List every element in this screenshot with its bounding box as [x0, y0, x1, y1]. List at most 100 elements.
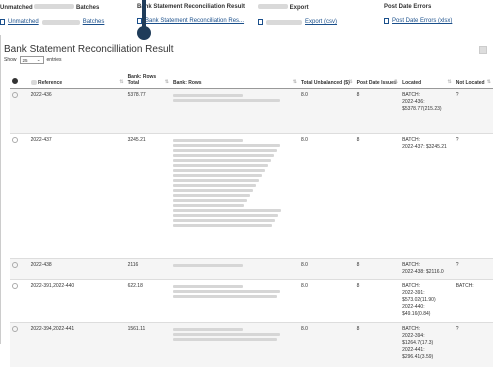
col-total-unbalanced[interactable]: Total Unbalanced ($)⇅	[299, 66, 355, 89]
located-line: BATCH:	[402, 137, 452, 144]
document-icon	[258, 19, 263, 25]
cell-located: BATCH:2022-436:$5378.77(215.23)	[400, 89, 454, 134]
table-row[interactable]: 2022-391,2022-440622.188.08BATCH:2022-39…	[10, 280, 493, 323]
cell-not-located: BATCH:	[454, 280, 493, 323]
col-bank-rows[interactable]: Bank: Rows⇅	[171, 66, 299, 89]
col-not-located[interactable]: Not Located⇅	[454, 66, 493, 89]
redacted-text	[31, 80, 37, 85]
redacted-bank-row	[173, 189, 253, 192]
col-reference[interactable]: Reference⇅	[29, 66, 126, 89]
cell-post-date-issues: 8	[355, 134, 400, 259]
cell-post-date-issues: 8	[355, 259, 400, 280]
cell-bank-rows	[171, 323, 299, 367]
cell-located: BATCH:2022-391:$573.02(11.90)2022-440:$4…	[400, 280, 454, 323]
cell-reference: 2022-437	[29, 134, 126, 259]
redacted-bank-row	[173, 224, 272, 227]
sort-icon: ⇅	[448, 79, 452, 85]
redacted-bank-row	[173, 179, 259, 182]
cell-bank-rows-total: 3245.21	[126, 134, 171, 259]
sort-icon: ⇅	[394, 79, 398, 85]
redacted-bank-row	[173, 94, 243, 97]
sort-icon: ⇅	[119, 79, 123, 85]
post-date-errors-header: Post Date Errors	[384, 4, 452, 10]
located-line: 2022-436:	[402, 99, 452, 106]
redacted-bank-row	[173, 144, 280, 147]
cell-bank-rows	[171, 89, 299, 134]
show-label: Show	[4, 57, 17, 63]
export-links-bar: Unmatched Batches UnmatchedBatches Bank …	[0, 0, 493, 30]
cell-total-unbalanced: 8.0	[299, 134, 355, 259]
table-row[interactable]: 2022-394,2022-4411561.118.08BATCH:2022-3…	[10, 323, 493, 367]
redacted-bank-row	[173, 328, 243, 331]
cell-post-date-issues: 8	[355, 323, 400, 367]
located-line: BATCH:	[402, 92, 452, 99]
unmatched-batches-link[interactable]: UnmatchedBatches	[0, 19, 104, 25]
redacted-text	[258, 4, 288, 9]
radio-icon	[12, 326, 18, 332]
row-select[interactable]	[10, 280, 29, 323]
cell-located: BATCH:2022-394:$1264.7(17.3)2022-441:$29…	[400, 323, 454, 367]
col-post-date-issues[interactable]: Post Date Issues⇅	[355, 66, 400, 89]
page-length-select[interactable]: 25⌄	[20, 56, 44, 64]
cell-not-located: ?	[454, 134, 493, 259]
cell-reference: 2022-394,2022-441	[29, 323, 126, 367]
page-title: Bank Statement Reconcilliation Result	[4, 44, 174, 55]
redacted-bank-row	[173, 199, 247, 202]
row-select[interactable]	[10, 323, 29, 367]
unmatched-batches-header: Unmatched Batches	[0, 4, 104, 11]
reconciliation-result-group: Bank Statement Reconciliation Result Ban…	[137, 4, 245, 24]
redacted-bank-row	[173, 214, 278, 217]
redacted-bank-row	[173, 333, 280, 336]
redacted-bank-row	[173, 194, 250, 197]
located-line: 2022-438: $2116.0	[402, 269, 452, 276]
table-row[interactable]: 2022-43821168.08BATCH:2022-438: $2116.0?	[10, 259, 493, 280]
select-all-header[interactable]	[10, 66, 29, 89]
located-line: BATCH:	[402, 283, 452, 290]
redacted-bank-row	[173, 99, 280, 102]
post-date-errors-group: Post Date Errors Post Date Errors (xlsx)	[384, 4, 452, 24]
post-date-errors-link[interactable]: Post Date Errors (xlsx)	[384, 18, 452, 24]
row-select[interactable]	[10, 134, 29, 259]
row-select[interactable]	[10, 89, 29, 134]
located-line: 2022-394:	[402, 333, 452, 340]
located-line: $49.16(0.84)	[402, 311, 452, 318]
reconciliation-result-header: Bank Statement Reconciliation Result	[137, 4, 245, 10]
redacted-bank-row	[173, 154, 274, 157]
col-located[interactable]: Located⇅	[400, 66, 454, 89]
cell-not-located: ?	[454, 89, 493, 134]
redacted-text	[34, 4, 74, 9]
cell-bank-rows-total: 1561.11	[126, 323, 171, 367]
cell-bank-rows	[171, 280, 299, 323]
redacted-bank-row	[173, 285, 243, 288]
cell-not-located: ?	[454, 259, 493, 280]
redacted-bank-row	[173, 164, 268, 167]
sort-icon: ⇅	[487, 79, 491, 85]
document-icon	[0, 19, 5, 25]
cell-bank-rows-total: 622.18	[126, 280, 171, 323]
redacted-bank-row	[173, 184, 256, 187]
redacted-bank-row	[173, 290, 280, 293]
chevron-down-icon: ⌄	[37, 57, 41, 63]
export-group: Export Export (csv)	[258, 4, 337, 25]
col-bank-rows-total[interactable]: Bank: Rows Total⇅	[126, 66, 171, 89]
reconciliation-result-link[interactable]: Bank Statement Reconciliation Res...	[137, 18, 245, 24]
table-row[interactable]: 2022-4365378.778.08BATCH:2022-436:$5378.…	[10, 89, 493, 134]
cell-bank-rows	[171, 134, 299, 259]
redacted-bank-row	[173, 338, 277, 341]
redacted-bank-row	[173, 139, 243, 142]
table-row[interactable]: 2022-4373245.218.08BATCH:2022-437: $3245…	[10, 134, 493, 259]
export-csv-link[interactable]: Export (csv)	[258, 19, 337, 25]
sort-icon: ⇅	[165, 79, 169, 85]
redacted-bank-row	[173, 174, 262, 177]
cell-reference: 2022-391,2022-440	[29, 280, 126, 323]
redacted-bank-row	[173, 295, 277, 298]
entries-label: entries	[47, 57, 62, 63]
redacted-bank-row	[173, 264, 243, 267]
pointer-cursor-icon	[137, 0, 151, 42]
radio-icon	[12, 137, 18, 143]
redacted-text	[42, 20, 80, 25]
cell-total-unbalanced: 8.0	[299, 280, 355, 323]
redacted-text	[266, 20, 302, 25]
row-select[interactable]	[10, 259, 29, 280]
column-toggle-button[interactable]	[479, 46, 487, 54]
